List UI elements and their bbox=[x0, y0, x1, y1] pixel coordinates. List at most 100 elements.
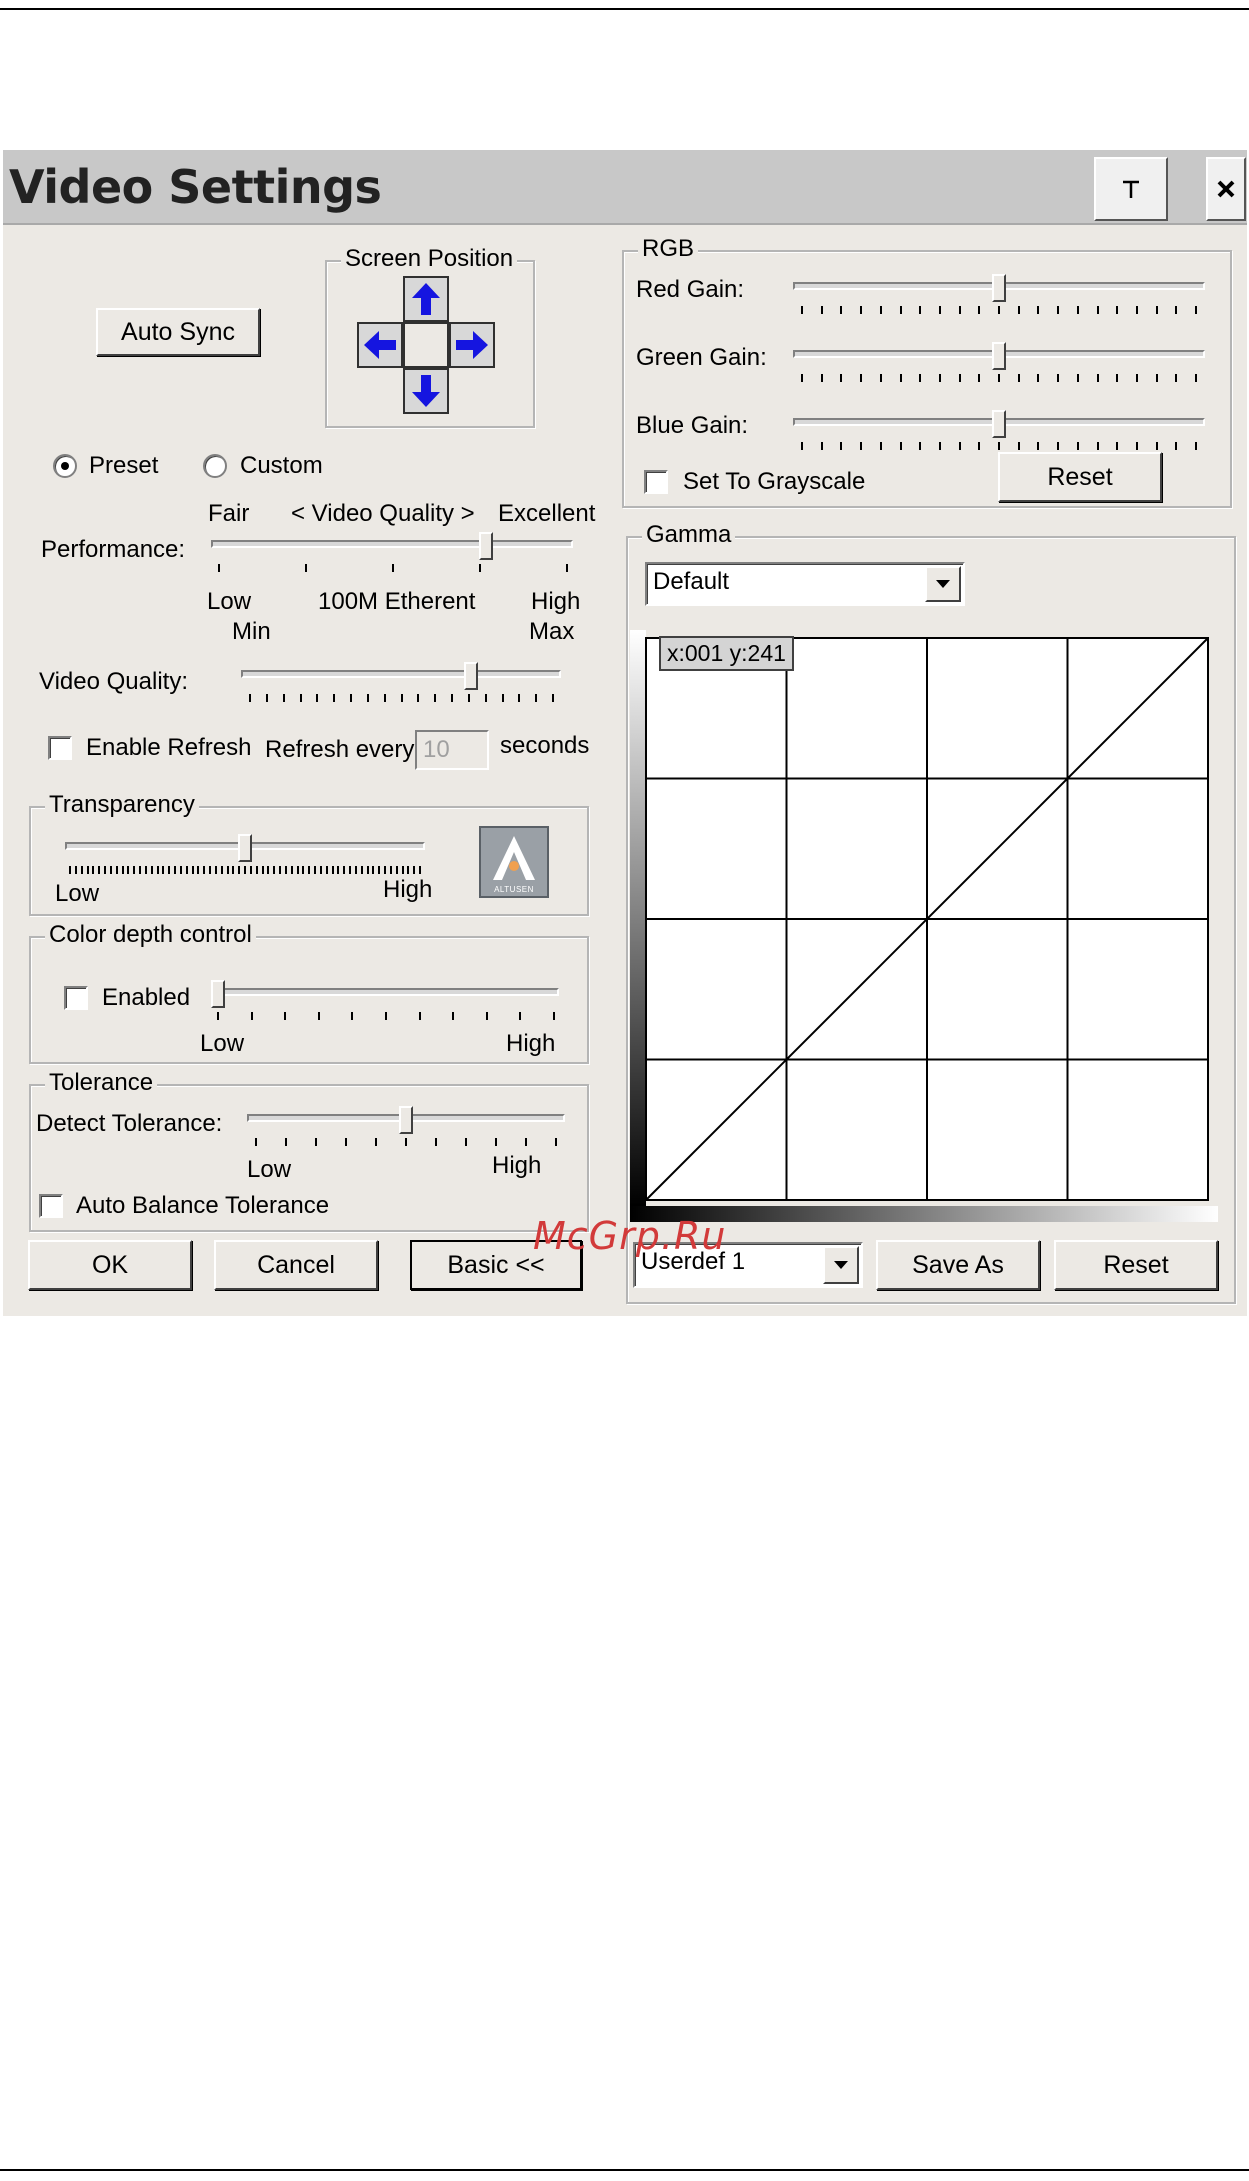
slider-tick bbox=[217, 1012, 219, 1020]
enable-refresh-checkbox[interactable] bbox=[48, 736, 72, 760]
slider-tick bbox=[485, 1012, 488, 1020]
performance-slider-thumb[interactable] bbox=[478, 532, 493, 560]
slider-tick bbox=[1096, 374, 1099, 382]
slider-tick bbox=[366, 694, 369, 702]
slider-tick bbox=[1096, 306, 1099, 314]
performance-high-label: High bbox=[531, 588, 581, 615]
slider-tick bbox=[267, 866, 270, 874]
slider-tick bbox=[820, 442, 823, 450]
screen-position-legend: Screen Position bbox=[341, 244, 518, 274]
slider-tick bbox=[282, 694, 285, 702]
color-depth-slider-thumb[interactable] bbox=[211, 980, 225, 1008]
slider-tick bbox=[317, 1012, 320, 1020]
slider-tick bbox=[998, 374, 1000, 382]
slider-tick bbox=[133, 866, 136, 874]
transparency-high-label: High bbox=[383, 876, 433, 903]
slider-tick bbox=[104, 866, 106, 874]
transparency-slider-thumb[interactable] bbox=[238, 834, 252, 862]
slider-tick bbox=[555, 1138, 557, 1146]
gamma-preset-select[interactable]: Default bbox=[645, 562, 965, 606]
gamma-legend: Gamma bbox=[642, 520, 736, 550]
color-depth-enabled-checkbox[interactable] bbox=[64, 986, 88, 1010]
close-icon bbox=[1217, 180, 1235, 198]
tolerance-legend: Tolerance bbox=[45, 1068, 158, 1098]
video-quality-slider-thumb[interactable] bbox=[464, 662, 479, 690]
slider-tick bbox=[250, 1012, 253, 1020]
refresh-interval-input[interactable]: 10 bbox=[415, 730, 489, 770]
ok-button[interactable]: OK bbox=[28, 1240, 192, 1290]
slider-tick bbox=[1195, 374, 1197, 382]
color-depth-high-label: High bbox=[506, 1030, 556, 1057]
slider-tick bbox=[938, 306, 941, 314]
video-quality-ticks bbox=[249, 694, 554, 702]
slider-tick bbox=[308, 866, 311, 874]
slider-tick bbox=[314, 866, 316, 874]
slider-tick bbox=[255, 1138, 257, 1146]
slider-tick bbox=[553, 1012, 555, 1020]
slider-tick bbox=[434, 694, 437, 702]
performance-fair-label: Fair bbox=[208, 500, 250, 527]
slider-tick bbox=[1037, 306, 1040, 314]
cancel-button[interactable]: Cancel bbox=[214, 1240, 378, 1290]
auto-balance-tolerance-checkbox[interactable] bbox=[39, 1194, 63, 1218]
move-left-button[interactable] bbox=[357, 322, 403, 368]
slider-tick bbox=[150, 866, 153, 874]
radio-selected-dot bbox=[61, 462, 69, 470]
move-up-button[interactable] bbox=[403, 276, 449, 322]
slider-tick bbox=[378, 866, 381, 874]
slider-tick bbox=[261, 866, 264, 874]
slider-tick bbox=[98, 866, 101, 874]
slider-tick bbox=[1076, 442, 1079, 450]
rgb-reset-button[interactable]: Reset bbox=[998, 452, 1162, 502]
slider-tick bbox=[1057, 374, 1060, 382]
slider-tick bbox=[1096, 442, 1099, 450]
slider-tick bbox=[1037, 442, 1040, 450]
performance-slider[interactable] bbox=[211, 540, 573, 548]
slider-tick bbox=[1076, 374, 1079, 382]
slider-tick bbox=[316, 694, 319, 702]
preset-label: Preset bbox=[89, 452, 159, 479]
slider-tick bbox=[191, 866, 194, 874]
green-gain-slider-thumb[interactable] bbox=[992, 342, 1006, 370]
move-down-button[interactable] bbox=[403, 368, 449, 414]
slider-tick bbox=[350, 694, 352, 702]
slider-tick bbox=[998, 442, 1000, 450]
custom-radio[interactable] bbox=[203, 454, 227, 478]
slider-tick bbox=[518, 694, 521, 702]
slider-tick bbox=[879, 306, 882, 314]
slider-tick bbox=[467, 694, 470, 702]
auto-sync-button[interactable]: Auto Sync bbox=[96, 308, 260, 356]
grayscale-checkbox[interactable] bbox=[644, 470, 668, 494]
transparency-legend: Transparency bbox=[45, 790, 199, 820]
preset-radio[interactable] bbox=[53, 454, 77, 478]
slider-tick bbox=[879, 442, 882, 450]
close-button[interactable] bbox=[1206, 157, 1246, 221]
save-as-button[interactable]: Save As bbox=[876, 1240, 1040, 1290]
gamma-curve-area[interactable] bbox=[630, 630, 1218, 1222]
slider-tick bbox=[384, 866, 386, 874]
blue-gain-slider-thumb[interactable] bbox=[992, 410, 1006, 438]
video-quality-slider[interactable] bbox=[241, 670, 561, 678]
slider-tick bbox=[333, 694, 336, 702]
slider-tick bbox=[405, 1138, 407, 1146]
slider-tick bbox=[86, 866, 89, 874]
gamma-reset-button[interactable]: Reset bbox=[1054, 1240, 1218, 1290]
video-quality-label: Video Quality: bbox=[39, 668, 188, 695]
detect-tolerance-slider-thumb[interactable] bbox=[399, 1106, 413, 1134]
tolerance-low-label: Low bbox=[247, 1156, 292, 1183]
slider-tick bbox=[417, 694, 420, 702]
move-right-button[interactable] bbox=[449, 322, 495, 368]
slider-tick bbox=[319, 866, 322, 874]
slider-tick bbox=[285, 1138, 287, 1146]
userdef-select-arrow[interactable] bbox=[823, 1246, 859, 1284]
color-depth-slider[interactable] bbox=[211, 988, 559, 996]
gamma-select-arrow[interactable] bbox=[925, 566, 961, 602]
slider-tick bbox=[1037, 374, 1040, 382]
blue-gain-label: Blue Gain: bbox=[636, 412, 749, 439]
gamma-coordinates-tooltip: x:001 y:241 bbox=[659, 636, 794, 671]
red-gain-slider-thumb[interactable] bbox=[992, 274, 1006, 302]
window-title: Video Settings bbox=[9, 160, 382, 214]
slider-tick bbox=[1175, 442, 1178, 450]
slider-tick bbox=[395, 866, 398, 874]
pin-button[interactable] bbox=[1094, 157, 1168, 221]
